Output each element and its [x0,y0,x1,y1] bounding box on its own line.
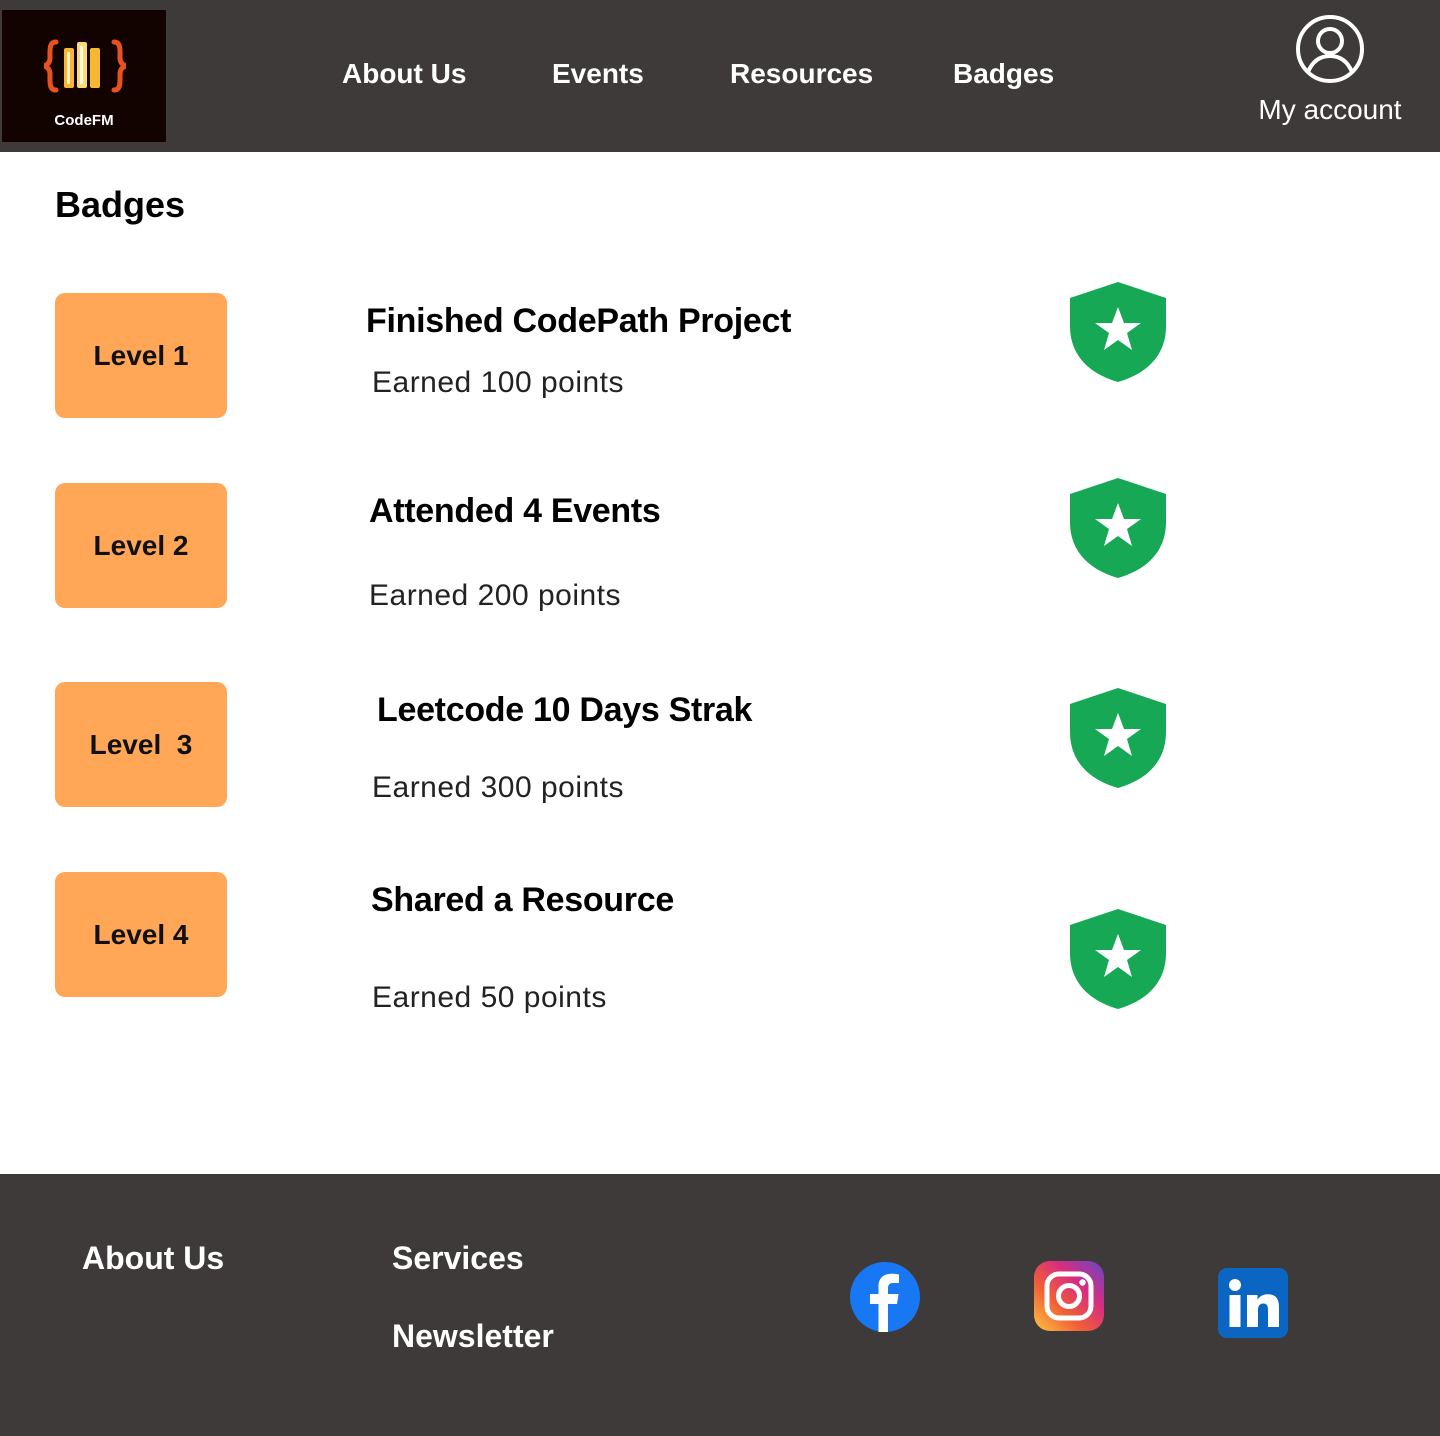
shield-star-icon [1070,688,1166,788]
user-circle-icon [1296,15,1364,83]
nav-about-us[interactable]: About Us [342,58,466,90]
shield-star-icon [1070,909,1166,1009]
nav-resources[interactable]: Resources [730,58,873,90]
badge-title: Leetcode 10 Days Strak [377,691,753,729]
shield-star-icon [1070,478,1166,578]
nav-events[interactable]: Events [552,58,644,90]
level-4-button[interactable]: Level 4 [55,872,227,997]
nav-badges[interactable]: Badges [953,58,1054,90]
facebook-icon [850,1262,920,1332]
footer-newsletter-link[interactable]: Newsletter [392,1318,554,1355]
instagram-link[interactable] [1034,1261,1104,1336]
badge-title: Attended 4 Events [369,492,661,530]
linkedin-link[interactable] [1218,1268,1288,1343]
level-1-button[interactable]: Level 1 [55,293,227,418]
footer-about-us-link[interactable]: About Us [82,1240,224,1277]
my-account-label: My account [1258,94,1402,125]
facebook-link[interactable] [850,1262,920,1337]
badge-title: Shared a Resource [371,881,674,919]
level-2-button[interactable]: Level 2 [55,483,227,608]
badge-points: Earned 200 points [369,579,622,612]
shield-star-icon [1070,282,1166,382]
top-navigation-bar: CodeFM About Us Events Resources Badges … [0,0,1440,152]
instagram-icon [1034,1261,1104,1331]
badge-title: Finished CodePath Project [366,302,792,340]
codefm-logo[interactable]: CodeFM [2,10,166,142]
level-3-button[interactable]: Level 3 [55,682,227,807]
footer-services-link[interactable]: Services [392,1240,524,1277]
my-account-button[interactable]: My account [1240,14,1420,126]
badge-points: Earned 50 points [372,981,607,1014]
logo-text: CodeFM [54,112,114,129]
linkedin-icon [1218,1268,1288,1338]
footer: About Us Services Newsletter [0,1174,1440,1436]
badge-points: Earned 300 points [372,771,625,804]
code-books-icon [44,39,126,93]
badge-points: Earned 100 points [372,366,625,399]
page-title: Badges [55,184,186,225]
